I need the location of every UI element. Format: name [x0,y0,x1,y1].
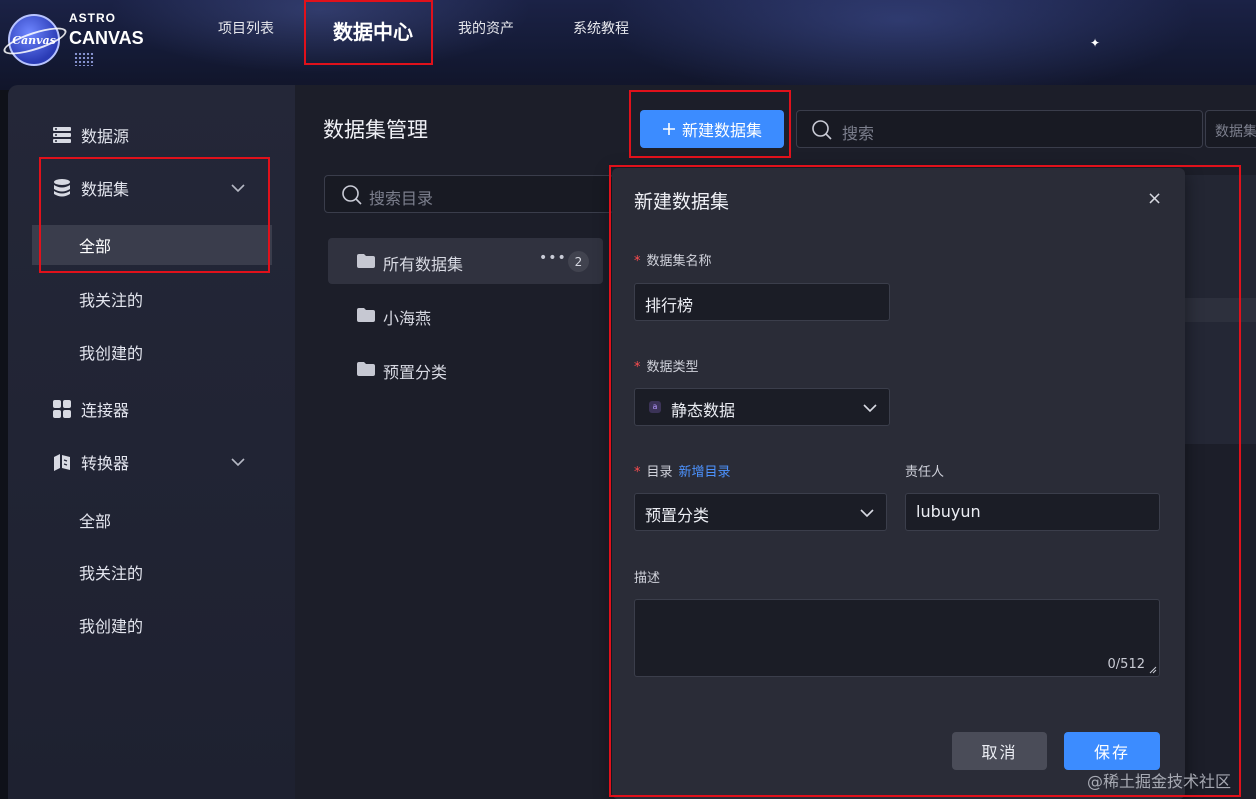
sidebar-sub-label: 我创建的 [79,617,144,636]
sidebar-item-label: 数据集 [81,180,130,199]
required-mark: * [634,465,641,480]
top-bar: Canvas ASTRO CANVAS 项目列表 数据中心 我的资产 系统教程 … [0,0,1256,90]
sparkle-decoration: ✦ [1090,36,1101,50]
chevron-down-icon [231,184,245,193]
watermark: @稀土掘金技术社区 [1087,772,1232,791]
owner-value: lubuyun [916,502,981,521]
logo-top-text: ASTRO [69,11,116,25]
data-type-label-text: 数据类型 [646,360,699,375]
new-dataset-button[interactable]: 新建数据集 [640,110,784,148]
sidebar-sub-dataset-all[interactable]: 全部 [32,225,272,265]
folder-icon [357,254,375,268]
sidebar-sub-label: 全部 [79,512,112,531]
more-icon[interactable]: ••• [539,250,567,266]
sidebar-sub-label: 我关注的 [79,564,144,583]
directory-search-input[interactable]: 搜索目录 [324,175,614,213]
logo-main-text: CANVAS [69,28,144,48]
grid-icon [53,400,71,418]
transform-icon [54,454,70,471]
search-icon [342,185,362,205]
search-icon [812,120,832,140]
dataset-type-select[interactable]: 数据集 [1205,110,1256,148]
required-mark: * [634,254,641,269]
directory-label-text: 目录 [646,465,673,480]
folder-icon [357,362,375,376]
tree-item-preset-category[interactable]: 预置分类 [328,346,603,392]
sidebar-item-connector[interactable]: 连接器 [0,389,287,429]
dataset-name-value: 排行榜 [645,296,694,315]
new-dataset-button-label: 新建数据集 [681,121,762,140]
sidebar-sub-dataset-created[interactable]: 我创建的 [0,332,287,372]
dataset-name-label: * 数据集名称 [634,250,712,269]
static-data-icon: a [649,401,661,413]
dataset-name-input[interactable]: 排行榜 [634,283,890,321]
owner-label: 责任人 [905,465,945,480]
dataset-icon [54,179,70,197]
nav-item-data-center[interactable]: 数据中心 [333,16,413,45]
folder-icon [357,308,375,322]
sidebar-sub-converter-all[interactable]: 全部 [0,500,287,540]
char-counter: 0/512 [1107,657,1145,672]
directory-value: 预置分类 [645,506,710,525]
background-table-header [1185,175,1256,298]
data-type-label: * 数据类型 [634,356,699,375]
sidebar-sub-dataset-followed[interactable]: 我关注的 [0,279,287,319]
tree-item-xiaohaiyan[interactable]: 小海燕 [328,292,603,338]
directory-label: * 目录 新增目录 [634,461,731,480]
logo-dots [74,52,94,66]
search-placeholder: 搜索 [842,124,875,143]
nav-item-project-list[interactable]: 项目列表 [218,18,274,38]
directory-select[interactable]: 预置分类 [634,493,887,531]
directory-search-placeholder: 搜索目录 [369,189,434,208]
sidebar-item-label: 转换器 [81,454,130,473]
nav-item-tutorials[interactable]: 系统教程 [573,18,629,38]
data-type-value: 静态数据 [671,401,736,420]
cancel-button[interactable]: 取消 [952,732,1047,770]
sidebar-item-datasource[interactable]: 数据源 [0,115,287,155]
sidebar-sub-label: 我关注的 [79,291,144,310]
background-table-row [1185,322,1256,444]
tree-item-all-datasets[interactable]: 所有数据集 ••• 2 [328,238,603,284]
tree-item-label: 小海燕 [383,309,432,328]
chevron-down-icon [860,509,874,518]
add-directory-link[interactable]: 新增目录 [679,465,731,480]
tree-item-label: 所有数据集 [383,255,464,274]
resize-grip-icon[interactable] [1149,666,1157,674]
save-button[interactable]: 保存 [1064,732,1160,770]
tree-item-label: 预置分类 [383,363,448,382]
dialog-title: 新建数据集 [634,191,730,213]
chevron-down-icon [863,404,877,413]
dataset-search-input[interactable]: 搜索 [796,110,1203,148]
sidebar-sub-converter-followed[interactable]: 我关注的 [0,552,287,592]
sidebar-sub-label: 我创建的 [79,344,144,363]
data-type-select[interactable]: a 静态数据 [634,388,890,426]
sidebar-sub-converter-created[interactable]: 我创建的 [0,605,287,645]
plus-icon [662,123,675,135]
nav-item-my-assets[interactable]: 我的资产 [458,18,514,38]
sidebar-sub-label: 全部 [79,237,112,256]
description-textarea[interactable]: 0/512 [634,599,1160,677]
required-mark: * [634,360,641,375]
sidebar-item-dataset[interactable]: 数据集 [0,168,287,208]
dataset-name-label-text: 数据集名称 [646,254,712,269]
dataset-type-select-value: 数据集 [1215,124,1256,140]
count-badge: 2 [568,251,589,272]
close-icon[interactable]: × [1147,188,1162,209]
sidebar-item-label: 连接器 [81,401,130,420]
chevron-down-icon [231,458,245,467]
background-table-divider [1185,298,1256,322]
page-title: 数据集管理 [323,118,428,142]
sidebar-item-label: 数据源 [81,127,130,146]
database-stack-icon [53,127,71,143]
description-label: 描述 [634,571,661,586]
sidebar-item-converter[interactable]: 转换器 [0,442,287,482]
owner-input[interactable]: lubuyun [905,493,1160,531]
astro-canvas-logo[interactable]: Canvas ASTRO CANVAS [0,6,158,68]
